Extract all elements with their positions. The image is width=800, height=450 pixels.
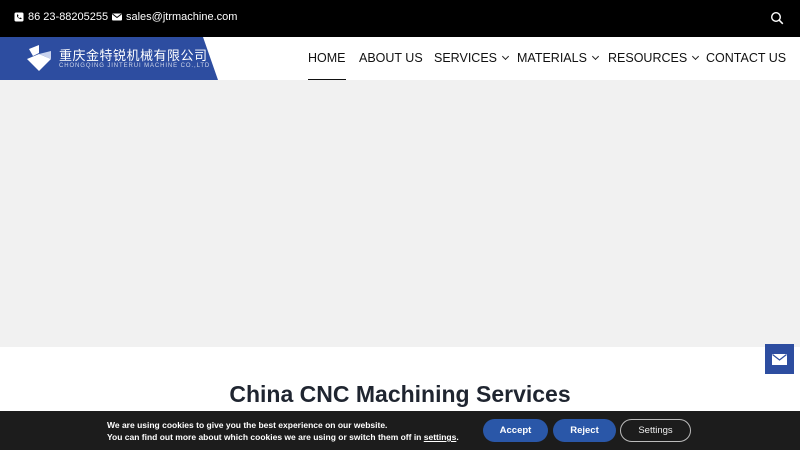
nav-contact-us[interactable]: CONTACT US <box>706 51 786 65</box>
section-title: China CNC Machining Services <box>229 381 571 407</box>
nav-home-label: HOME <box>308 51 346 65</box>
nav-materials-label: MATERIALS <box>517 51 587 65</box>
site-header: 重庆金特锐机械有限公司 CHONGQING JINTERUI MACHINE C… <box>0 37 800 81</box>
topbar-email[interactable]: sales@jtrmachine.com <box>112 11 237 23</box>
cookie-message-line2: You can find out more about which cookie… <box>107 432 459 442</box>
logo-company-name-cn: 重庆金特锐机械有限公司 <box>59 49 208 64</box>
top-bar: 86 23-88205255 sales@jtrmachine.com <box>0 0 800 37</box>
cookie-settings-button[interactable]: Settings <box>620 419 691 442</box>
cookie-settings-link[interactable]: settings <box>424 432 457 442</box>
search-icon[interactable] <box>770 11 784 25</box>
logo-mark-icon <box>27 45 51 71</box>
floating-contact-button[interactable] <box>765 344 794 374</box>
hero-banner <box>0 80 800 347</box>
chevron-down-icon <box>501 52 510 61</box>
nav-about-us[interactable]: ABOUT US <box>359 51 423 65</box>
logo-company-name-en: CHONGQING JINTERUI MACHINE CO.,LTD <box>59 63 211 69</box>
envelope-icon <box>772 353 787 365</box>
cookie-message-text: You can find out more about which cookie… <box>107 432 424 442</box>
nav-services[interactable]: SERVICES <box>434 51 510 65</box>
chevron-down-icon <box>591 52 599 61</box>
chevron-down-icon <box>692 52 700 61</box>
nav-materials[interactable]: MATERIALS <box>517 51 599 65</box>
nav-resources[interactable]: RESOURCES <box>608 51 700 65</box>
nav-about-us-label: ABOUT US <box>359 51 423 65</box>
nav-resources-label: RESOURCES <box>608 51 688 65</box>
phone-number: 86 23-88205255 <box>28 11 109 23</box>
cookie-banner: We are using cookies to give you the bes… <box>0 411 800 450</box>
cookie-reject-button[interactable]: Reject <box>553 419 616 442</box>
cookie-message-line1: We are using cookies to give you the bes… <box>107 420 388 430</box>
envelope-icon <box>112 13 122 21</box>
nav-contact-us-label: CONTACT US <box>706 51 787 65</box>
email-address: sales@jtrmachine.com <box>126 11 238 23</box>
phone-icon <box>14 12 24 22</box>
cookie-message-suffix: . <box>456 432 459 442</box>
nav-home[interactable]: HOME <box>308 51 346 81</box>
site-logo[interactable]: 重庆金特锐机械有限公司 CHONGQING JINTERUI MACHINE C… <box>0 37 218 80</box>
cookie-accept-button[interactable]: Accept <box>483 419 548 442</box>
topbar-phone[interactable]: 86 23-88205255 <box>14 11 108 23</box>
nav-services-label: SERVICES <box>434 51 497 65</box>
